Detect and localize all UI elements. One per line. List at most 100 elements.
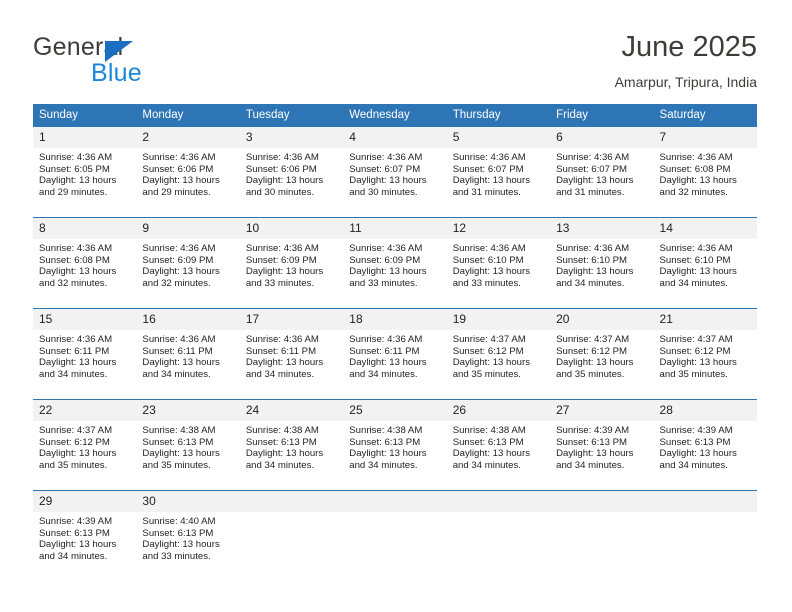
calendar-day-cell[interactable]: 3 Sunrise: 4:36 AM Sunset: 6:06 PM Daylight… (239, 127, 344, 210)
calendar-day-cell[interactable]: 22 Sunrise: 4:37 AM Sunset: 6:12 PM Dayligh… (33, 399, 137, 483)
day-number: 25 (343, 400, 447, 421)
sunrise-time: Sunrise: 4:36 AM (556, 243, 630, 254)
calendar-day-cell[interactable]: 5 Sunrise: 4:36 AM Sunset: 6:07 PM Daylight… (446, 127, 551, 210)
day-details (343, 512, 446, 574)
day-details: Sunrise: 4:36 AM Sunset: 6:05 PM Daylight:… (33, 148, 136, 210)
sunset-time: Sunset: 6:09 PM (142, 254, 214, 266)
sunset-time: Sunset: 6:13 PM (142, 527, 214, 539)
calendar-day-cell[interactable]: 23 Sunrise: 4:38 AM Sunset: 6:13 PM Dayligh… (136, 399, 240, 483)
sunset-time: Sunset: 6:13 PM (349, 436, 421, 448)
sunrise-time: Sunrise: 4:36 AM (245, 152, 319, 163)
calendar-day-cell[interactable]: 18 Sunrise: 4:36 AM Sunset: 6:11 PM Dayligh… (343, 308, 447, 392)
day-number: 18 (343, 309, 447, 330)
calendar-day-cell[interactable]: 19 Sunrise: 4:37 AM Sunset: 6:12 PM Dayligh… (446, 308, 551, 392)
calendar-day-cell[interactable]: 20 Sunrise: 4:37 AM Sunset: 6:12 PM Dayligh… (550, 308, 654, 392)
day-number: 7 (653, 127, 757, 148)
day-details: Sunrise: 4:37 AM Sunset: 6:12 PM Daylight:… (447, 330, 550, 392)
daylight-duration-line1: Daylight: 13 hours (659, 175, 737, 187)
day-details: Sunrise: 4:37 AM Sunset: 6:12 PM Daylight:… (550, 330, 653, 392)
calendar-day-cell[interactable]: 2 Sunrise: 4:36 AM Sunset: 6:06 PM Daylight… (136, 127, 240, 210)
daylight-duration-line1: Daylight: 13 hours (245, 448, 324, 460)
sunset-time (453, 528, 544, 540)
calendar-day-cell[interactable]: 21 Sunrise: 4:37 AM Sunset: 6:12 PM Dayligh… (653, 308, 757, 392)
day-number (550, 491, 654, 512)
day-details: Sunrise: 4:36 AM Sunset: 6:08 PM Daylight:… (33, 239, 136, 301)
weekday-header-monday: Monday (136, 104, 240, 127)
daylight-duration-line2 (349, 551, 440, 563)
day-number (446, 491, 551, 512)
calendar-day-cell[interactable]: 7 Sunrise: 4:36 AM Sunset: 6:08 PM Daylight… (653, 127, 757, 210)
calendar-empty-cell (343, 490, 447, 574)
sunrise-time: Sunrise: 4:36 AM (556, 152, 630, 163)
calendar-day-cell[interactable]: 4 Sunrise: 4:36 AM Sunset: 6:07 PM Daylight… (343, 127, 447, 210)
calendar-day-cell[interactable]: 11 Sunrise: 4:36 AM Sunset: 6:09 PM Dayligh… (343, 217, 447, 301)
day-details: Sunrise: 4:40 AM Sunset: 6:13 PM Daylight:… (136, 512, 239, 574)
calendar-day-cell[interactable]: 26 Sunrise: 4:38 AM Sunset: 6:13 PM Dayligh… (446, 399, 551, 483)
sunrise-time: Sunrise: 4:37 AM (452, 334, 526, 345)
sunset-time: Sunset: 6:05 PM (39, 163, 110, 175)
sunrise-time: Sunrise: 4:36 AM (659, 152, 733, 163)
calendar-day-cell[interactable]: 1 Sunrise: 4:36 AM Sunset: 6:05 PM Daylight… (33, 127, 137, 210)
daylight-duration-line1: Daylight: 13 hours (39, 357, 117, 369)
calendar-day-cell[interactable]: 6 Sunrise: 4:36 AM Sunset: 6:07 PM Daylight… (550, 127, 654, 210)
calendar-day-cell[interactable]: 25 Sunrise: 4:38 AM Sunset: 6:13 PM Dayligh… (343, 399, 447, 483)
daylight-duration-line2: and 35 minutes. (556, 368, 625, 380)
calendar-day-cell[interactable]: 8 Sunrise: 4:36 AM Sunset: 6:08 PM Daylight… (33, 217, 137, 301)
sunset-time (556, 528, 647, 540)
daylight-duration-line2: and 30 minutes. (245, 186, 315, 198)
calendar-day-cell[interactable]: 15 Sunrise: 4:36 AM Sunset: 6:11 PM Dayligh… (33, 308, 137, 392)
calendar-day-cell[interactable]: 17 Sunrise: 4:36 AM Sunset: 6:11 PM Dayligh… (239, 308, 344, 392)
day-number (653, 491, 757, 512)
sunrise-time: Sunrise: 4:38 AM (349, 425, 423, 436)
calendar-day-cell[interactable]: 27 Sunrise: 4:39 AM Sunset: 6:13 PM Dayligh… (550, 399, 654, 483)
daylight-duration-line1: Daylight: 13 hours (452, 266, 531, 278)
sunrise-time: Sunrise: 4:36 AM (452, 152, 526, 163)
day-number (239, 491, 344, 512)
daylight-duration-line2: and 33 minutes. (452, 277, 521, 289)
calendar-day-cell[interactable]: 9 Sunrise: 4:36 AM Sunset: 6:09 PM Daylight… (136, 217, 240, 301)
week-spacer (33, 210, 757, 218)
sunset-time: Sunset: 6:13 PM (39, 527, 110, 539)
weekday-header-friday: Friday (550, 104, 654, 127)
calendar-day-cell[interactable]: 24 Sunrise: 4:38 AM Sunset: 6:13 PM Dayligh… (239, 399, 344, 483)
sunset-time: Sunset: 6:13 PM (659, 436, 731, 448)
calendar-empty-cell (550, 490, 654, 574)
sunset-time (246, 528, 337, 540)
sunset-time: Sunset: 6:12 PM (39, 436, 110, 448)
daylight-duration-line1 (453, 539, 544, 551)
day-number: 19 (446, 309, 551, 330)
daylight-duration-line1: Daylight: 13 hours (452, 357, 531, 369)
calendar-day-cell[interactable]: 30 Sunrise: 4:40 AM Sunset: 6:13 PM Dayligh… (136, 490, 240, 574)
weekday-header-sunday: Sunday (33, 104, 137, 127)
sunset-time: Sunset: 6:09 PM (245, 254, 317, 266)
daylight-duration-line1 (556, 539, 647, 551)
daylight-duration-line2: and 34 minutes. (39, 368, 108, 380)
daylight-duration-line2 (660, 551, 751, 563)
calendar-day-cell[interactable]: 13 Sunrise: 4:36 AM Sunset: 6:10 PM Dayligh… (550, 217, 654, 301)
daylight-duration-line1: Daylight: 13 hours (349, 266, 427, 278)
sunrise-time (349, 516, 440, 528)
calendar-day-cell[interactable]: 12 Sunrise: 4:36 AM Sunset: 6:10 PM Dayligh… (446, 217, 551, 301)
calendar-day-cell[interactable]: 29 Sunrise: 4:39 AM Sunset: 6:13 PM Dayligh… (33, 490, 137, 574)
week-spacer-row (33, 210, 757, 218)
day-details: Sunrise: 4:36 AM Sunset: 6:06 PM Daylight:… (240, 148, 343, 210)
sunrise-time (246, 516, 337, 528)
calendar-day-cell[interactable]: 16 Sunrise: 4:36 AM Sunset: 6:11 PM Dayligh… (136, 308, 240, 392)
day-details: Sunrise: 4:36 AM Sunset: 6:07 PM Daylight:… (343, 148, 446, 210)
calendar-day-cell[interactable]: 10 Sunrise: 4:36 AM Sunset: 6:09 PM Dayligh… (239, 217, 344, 301)
day-number: 23 (136, 400, 240, 421)
day-details: Sunrise: 4:36 AM Sunset: 6:09 PM Daylight:… (136, 239, 239, 301)
week-spacer-row (33, 483, 757, 491)
week-spacer-row (33, 392, 757, 400)
daylight-duration-line2: and 34 minutes. (659, 459, 728, 471)
sunrise-time: Sunrise: 4:36 AM (452, 243, 526, 254)
calendar-day-cell[interactable]: 28 Sunrise: 4:39 AM Sunset: 6:13 PM Dayligh… (653, 399, 757, 483)
sunrise-time: Sunrise: 4:36 AM (39, 243, 113, 254)
daylight-duration-line2 (453, 551, 544, 563)
sunrise-time: Sunrise: 4:36 AM (39, 334, 113, 345)
day-number: 26 (446, 400, 551, 421)
sunset-time: Sunset: 6:13 PM (245, 436, 317, 448)
calendar-day-cell[interactable]: 14 Sunrise: 4:36 AM Sunset: 6:10 PM Dayligh… (653, 217, 757, 301)
sunset-time: Sunset: 6:09 PM (349, 254, 421, 266)
day-number: 3 (239, 127, 344, 148)
